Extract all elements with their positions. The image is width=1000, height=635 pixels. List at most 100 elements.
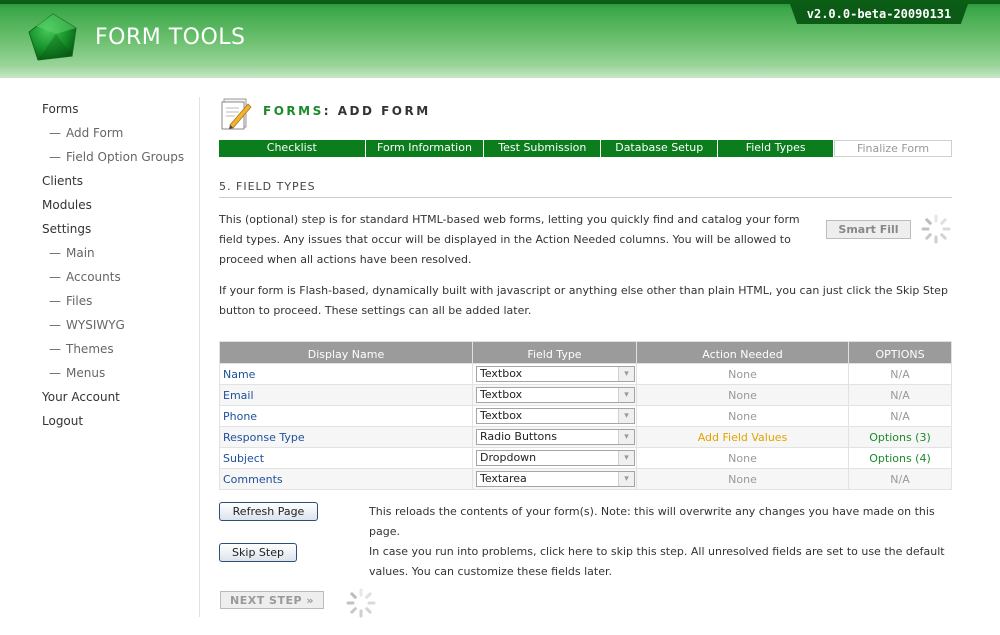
step-label: Database Setup xyxy=(615,141,704,154)
field-type-select[interactable]: Textarea ▾ xyxy=(476,471,635,487)
sidebar-item-main[interactable]: — Main xyxy=(42,244,202,268)
step-test-submission: Test Submission xyxy=(484,140,602,157)
sidebar-item-label: Add Form xyxy=(66,126,124,140)
chevron-down-icon: ▾ xyxy=(618,430,634,444)
next-step-button[interactable]: NEXT STEP » xyxy=(220,591,324,609)
options-link[interactable]: Options (3) xyxy=(848,426,952,448)
step-progress-bar: Checklist Form Information Test Submissi… xyxy=(219,140,952,157)
sidebar-item-clients[interactable]: Clients xyxy=(42,172,202,196)
options-link[interactable]: Options (4) xyxy=(848,447,952,469)
skip-step-button[interactable]: Skip Step xyxy=(219,543,297,562)
sidebar-item-label: Themes xyxy=(66,342,114,356)
sidebar-item-files[interactable]: — Files xyxy=(42,292,202,316)
sidebar-item-field-option-groups[interactable]: — Field Option Groups xyxy=(42,148,202,172)
sidebar-item-accounts[interactable]: — Accounts xyxy=(42,268,202,292)
field-type-select[interactable]: Textbox ▾ xyxy=(476,366,635,382)
sidebar-item-settings[interactable]: Settings xyxy=(42,220,202,244)
table-row: Response Type Radio Buttons ▾ Add Field Val… xyxy=(219,426,952,448)
field-name-link[interactable]: Comments xyxy=(219,468,473,490)
chevron-down-icon: ▾ xyxy=(618,451,634,465)
field-name-link[interactable]: Email xyxy=(219,384,473,406)
sidebar-item-logout[interactable]: Logout xyxy=(42,412,202,436)
refresh-description: This reloads the contents of your form(s… xyxy=(369,505,935,538)
column-header-field-type: Field Type xyxy=(472,341,637,364)
loading-spinner-icon xyxy=(921,214,951,244)
field-type-value: Textbox xyxy=(480,388,523,401)
page-title-rest: : ADD FORM xyxy=(323,104,431,118)
sidebar-item-themes[interactable]: — Themes xyxy=(42,340,202,364)
sidebar-item-label: Menus xyxy=(66,366,106,380)
step-label: Form Information xyxy=(377,141,472,154)
field-type-value: Textarea xyxy=(480,472,527,485)
sidebar-item-add-form[interactable]: — Add Form xyxy=(42,124,202,148)
sidebar-item-label: Modules xyxy=(42,198,92,212)
action-needed-cell: None xyxy=(636,363,849,385)
step-checklist: Checklist xyxy=(219,140,366,157)
field-type-value: Radio Buttons xyxy=(480,430,557,443)
loading-spinner-icon xyxy=(346,588,376,618)
smart-fill-button[interactable]: Smart Fill xyxy=(826,220,911,239)
step-form-information: Form Information xyxy=(365,140,485,157)
sidebar-item-forms[interactable]: Forms xyxy=(42,100,202,124)
version-badge: v2.0.0-beta-20090131 xyxy=(790,4,968,24)
nav-dash: — xyxy=(49,126,61,140)
logo-icon[interactable] xyxy=(26,12,80,64)
field-type-cell: Radio Buttons ▾ xyxy=(472,426,637,448)
nav-dash: — xyxy=(49,150,61,164)
add-field-values-link[interactable]: Add Field Values xyxy=(636,426,849,448)
flash-note-paragraph: If your form is Flash-based, dynamically… xyxy=(219,284,948,317)
column-header-display-name: Display Name xyxy=(219,341,473,364)
sidebar-item-label: Settings xyxy=(42,222,92,236)
sidebar-item-label: Accounts xyxy=(66,270,121,284)
options-cell: N/A xyxy=(848,363,952,385)
step-label: Finalize Form xyxy=(856,142,930,155)
nav-dash: — xyxy=(49,294,61,308)
field-type-select[interactable]: Radio Buttons ▾ xyxy=(476,429,635,445)
intro-paragraph: This (optional) step is for standard HTM… xyxy=(219,213,800,266)
table-row: Comments Textarea ▾ None N/A xyxy=(219,468,952,490)
sidebar-item-label: WYSIWYG xyxy=(66,318,125,332)
sidebar-item-label: Clients xyxy=(42,174,83,188)
chevron-down-icon: ▾ xyxy=(618,367,634,381)
table-row: Subject Dropdown ▾ None Options (4) xyxy=(219,447,952,469)
sidebar-item-label: Logout xyxy=(42,414,84,428)
field-name-link[interactable]: Response Type xyxy=(219,426,473,448)
header-top-line xyxy=(0,0,1000,4)
action-needed-cell: None xyxy=(636,468,849,490)
sidebar-item-menus[interactable]: — Menus xyxy=(42,364,202,388)
field-name-link[interactable]: Phone xyxy=(219,405,473,427)
step-field-types: Field Types xyxy=(718,140,835,157)
action-needed-cell: None xyxy=(636,405,849,427)
field-type-cell: Textbox ▾ xyxy=(472,363,637,385)
page-title: FORMS: ADD FORM xyxy=(263,104,431,118)
table-row: Email Textbox ▾ None N/A xyxy=(219,384,952,406)
header: FORM TOOLS v2.0.0-beta-20090131 xyxy=(0,0,1000,78)
sidebar-item-modules[interactable]: Modules xyxy=(42,196,202,220)
sidebar-item-label: Your Account xyxy=(42,390,120,404)
field-type-select[interactable]: Textbox ▾ xyxy=(476,408,635,424)
sidebar-item-label: Field Option Groups xyxy=(66,150,185,164)
options-cell: N/A xyxy=(848,468,952,490)
field-name-link[interactable]: Subject xyxy=(219,447,473,469)
field-type-cell: Textbox ▾ xyxy=(472,384,637,406)
step-label: Test Submission xyxy=(498,141,587,154)
sidebar-item-your-account[interactable]: Your Account xyxy=(42,388,202,412)
sidebar-nav: Forms — Add Form — Field Option Groups Client… xyxy=(42,100,202,436)
field-type-value: Dropdown xyxy=(480,451,537,464)
step-database-setup: Database Setup xyxy=(601,140,719,157)
chevron-down-icon: ▾ xyxy=(618,388,634,402)
refresh-page-button[interactable]: Refresh Page xyxy=(219,502,318,521)
sidebar-item-label: Forms xyxy=(42,102,79,116)
action-needed-cell: None xyxy=(636,384,849,406)
field-type-cell: Textbox ▾ xyxy=(472,405,637,427)
column-header-options: OPTIONS xyxy=(848,341,952,364)
options-cell: N/A xyxy=(848,405,952,427)
step-finalize-form: Finalize Form xyxy=(834,140,952,157)
field-type-value: Textbox xyxy=(480,367,523,380)
field-type-select[interactable]: Textbox ▾ xyxy=(476,387,635,403)
field-name-link[interactable]: Name xyxy=(219,363,473,385)
field-type-value: Textbox xyxy=(480,409,523,422)
field-type-select[interactable]: Dropdown ▾ xyxy=(476,450,635,466)
options-cell: N/A xyxy=(848,384,952,406)
sidebar-item-wysiwyg[interactable]: — WYSIWYG xyxy=(42,316,202,340)
